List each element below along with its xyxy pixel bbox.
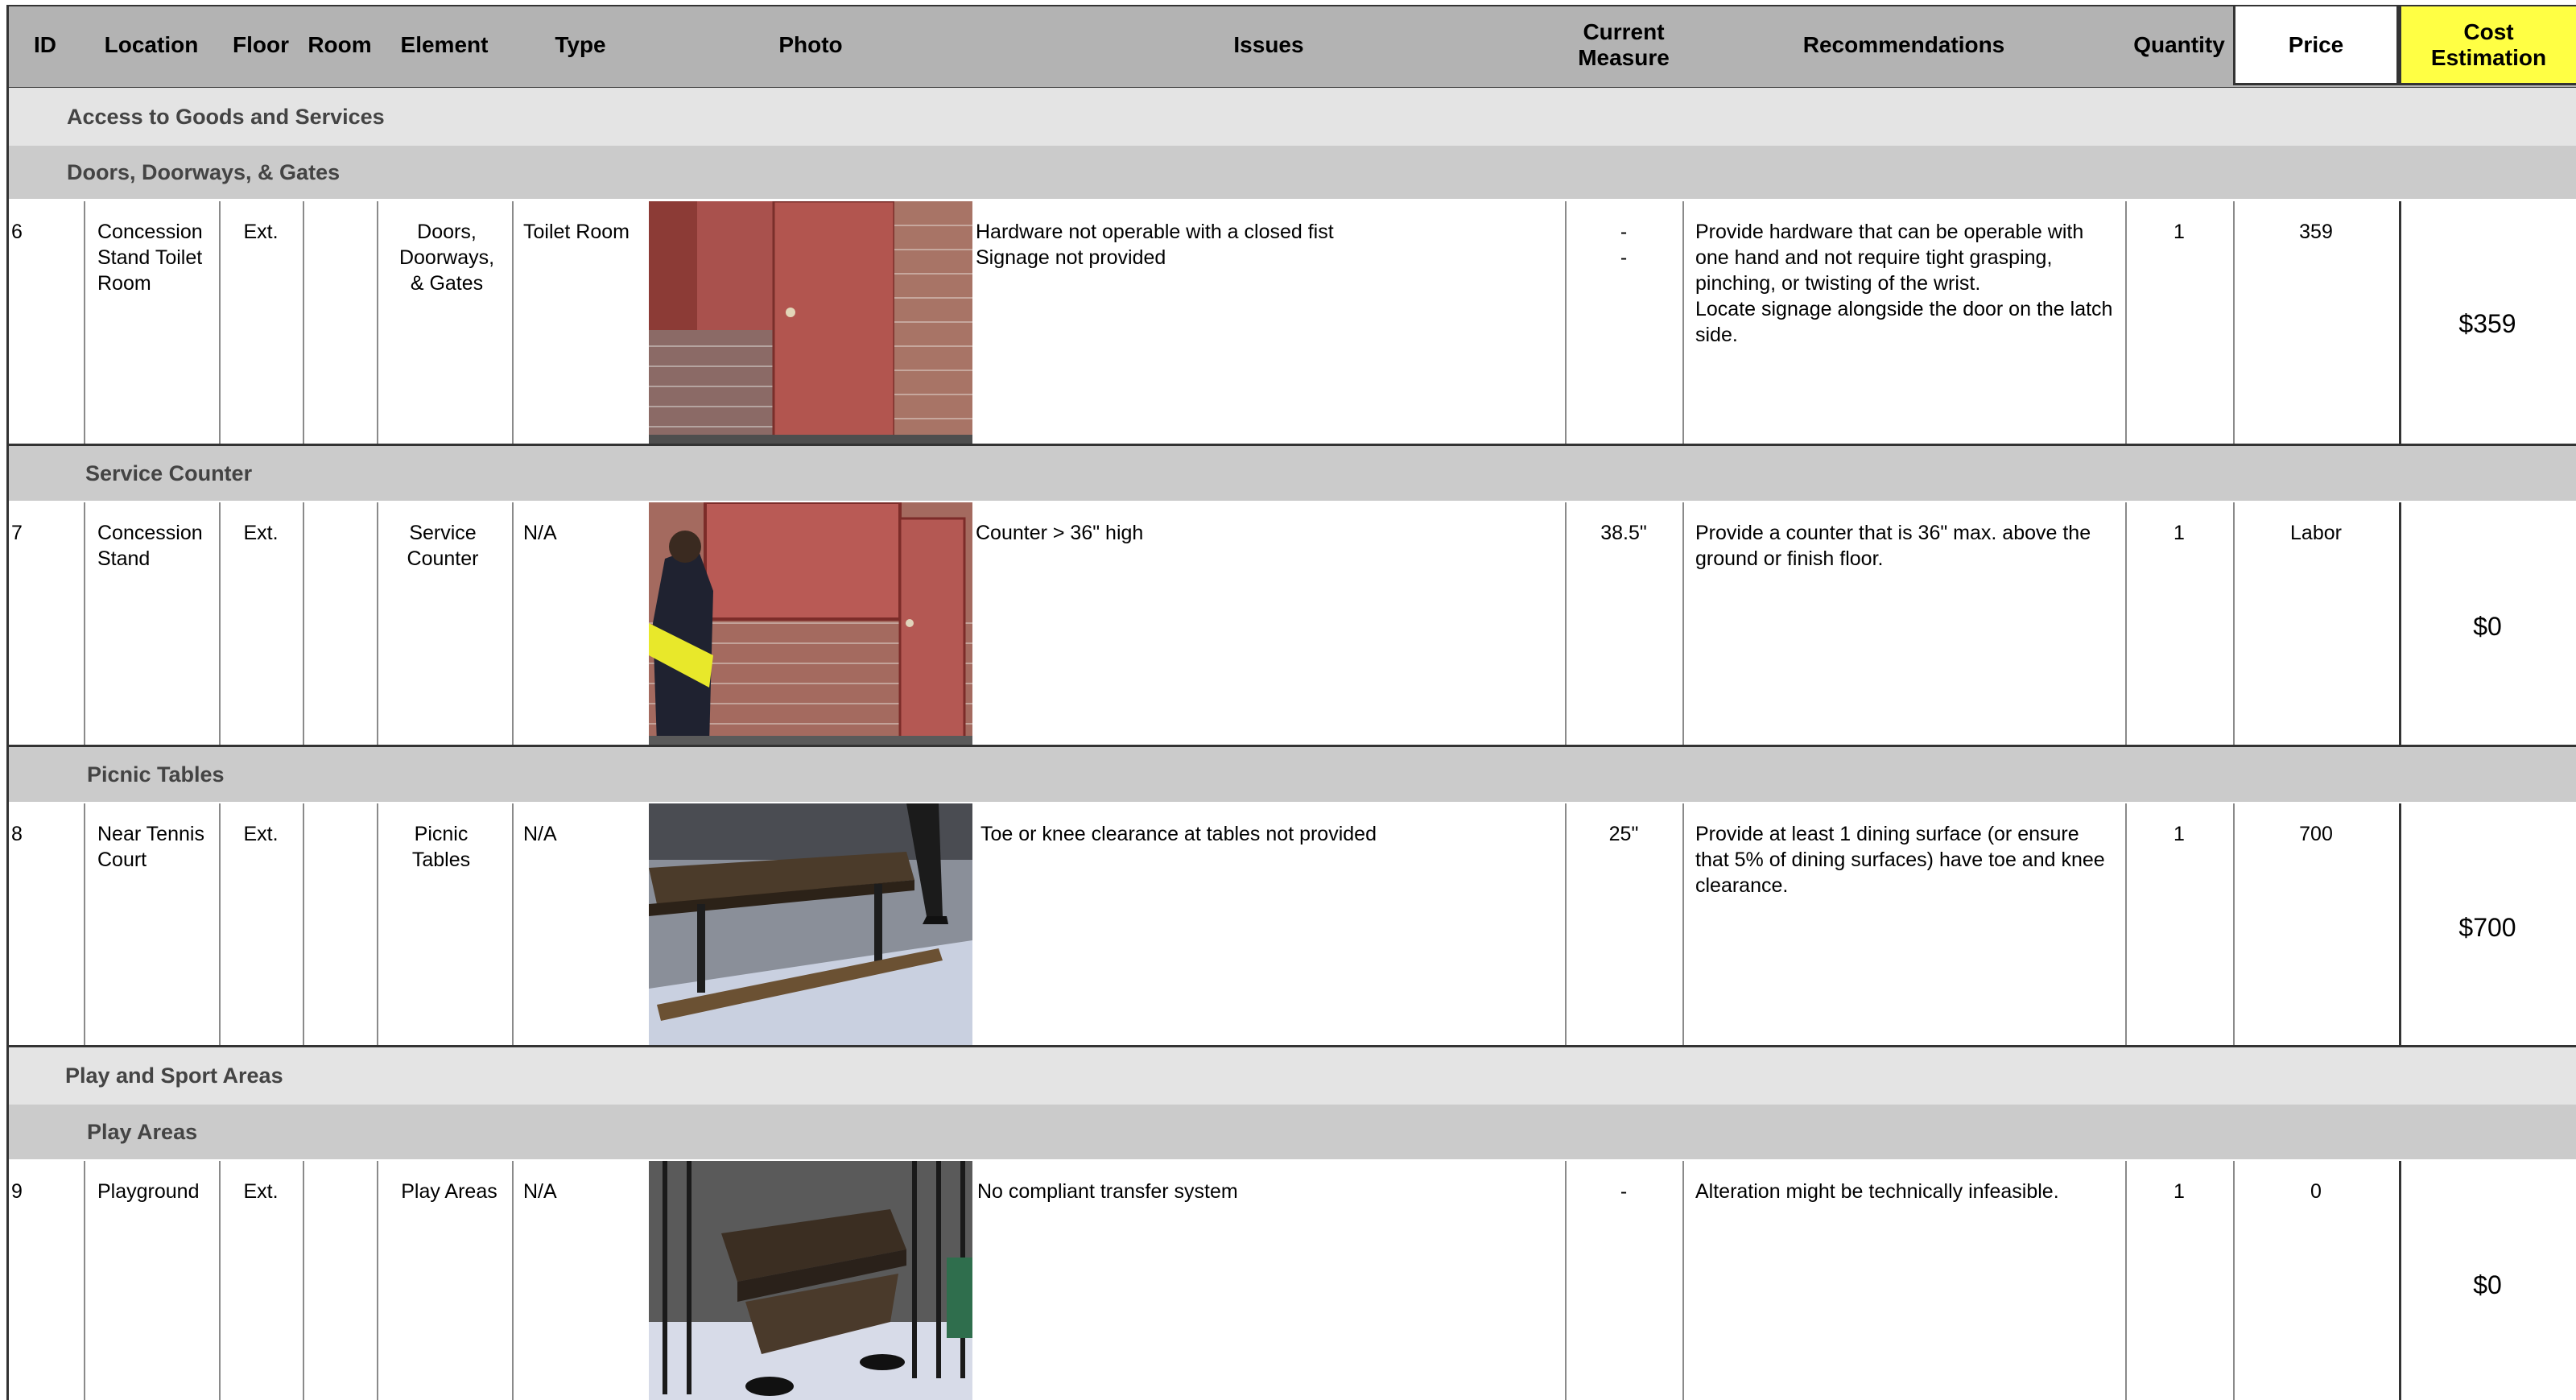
header-floor[interactable]: Floor bbox=[219, 5, 303, 85]
subcategory-title: Play Areas bbox=[87, 1119, 198, 1144]
category-band: Play and Sport Areas bbox=[6, 1047, 2576, 1105]
row-price: Labor bbox=[2290, 522, 2342, 544]
row-location: Near Tennis Court bbox=[97, 823, 204, 871]
subcategory-band: Play Areas bbox=[6, 1105, 2576, 1159]
header-photo[interactable]: Photo bbox=[649, 5, 972, 85]
table-row[interactable]: 6 Concession Stand Toilet Room Ext. Door… bbox=[6, 201, 2576, 444]
subcategory-band: Doors, Doorways, & Gates bbox=[6, 146, 2576, 199]
row-recommendations: Provide hardware that can be operable wi… bbox=[1695, 221, 2113, 346]
header-cost-estimation[interactable]: Cost Estimation bbox=[2399, 5, 2576, 85]
table-row[interactable]: 9 Playground Ext. Play Areas N/A No comp… bbox=[6, 1161, 2576, 1400]
row-id: 7 bbox=[11, 522, 23, 544]
row-location: Playground bbox=[97, 1180, 200, 1203]
row-current-measure: 25" bbox=[1608, 823, 1639, 845]
header-quantity[interactable]: Quantity bbox=[2125, 5, 2233, 85]
playground-photo bbox=[649, 1161, 972, 1400]
row-current-measure: 38.5" bbox=[1600, 522, 1647, 544]
row-id: 8 bbox=[11, 823, 23, 845]
row-quantity: 1 bbox=[2174, 1180, 2185, 1203]
row-element: Play Areas bbox=[401, 1180, 497, 1203]
row-id: 9 bbox=[11, 1180, 23, 1203]
row-type: N/A bbox=[523, 522, 557, 544]
header-recommendations[interactable]: Recommendations bbox=[1682, 5, 2125, 85]
row-type: N/A bbox=[523, 823, 557, 845]
row-cost: $0 bbox=[2473, 1270, 2502, 1299]
row-quantity: 1 bbox=[2174, 522, 2185, 544]
table-row[interactable]: 7 Concession Stand Ext. Service Counter … bbox=[6, 502, 2576, 745]
table-row[interactable]: 8 Near Tennis Court Ext. Picnic Tables N… bbox=[6, 803, 2576, 1045]
row-issues: Hardware not operable with a closed fist… bbox=[976, 221, 1334, 269]
row-floor: Ext. bbox=[243, 221, 279, 243]
header-current-measure[interactable]: Current Measure bbox=[1565, 5, 1682, 85]
row-cost: $700 bbox=[2458, 913, 2516, 942]
row-recommendations: Provide at least 1 dining surface (or en… bbox=[1695, 823, 2105, 897]
header-room[interactable]: Room bbox=[303, 5, 377, 85]
category-title: Play and Sport Areas bbox=[65, 1063, 283, 1088]
door-photo bbox=[649, 201, 972, 444]
category-band: Access to Goods and Services bbox=[6, 88, 2576, 146]
header-location[interactable]: Location bbox=[84, 5, 219, 85]
subcategory-title: Doors, Doorways, & Gates bbox=[67, 159, 341, 184]
row-recommendations: Provide a counter that is 36" max. above… bbox=[1695, 522, 2091, 570]
row-cost: $359 bbox=[2458, 309, 2516, 338]
subcategory-band: Picnic Tables bbox=[6, 747, 2576, 802]
row-current-measure: - - bbox=[1620, 221, 1628, 269]
row-quantity: 1 bbox=[2174, 221, 2185, 243]
header-element[interactable]: Element bbox=[377, 5, 512, 85]
row-id: 6 bbox=[11, 221, 23, 243]
picnic-table-photo bbox=[649, 803, 972, 1045]
row-price: 359 bbox=[2299, 221, 2333, 243]
category-title: Access to Goods and Services bbox=[67, 104, 385, 129]
header-issues[interactable]: Issues bbox=[972, 5, 1565, 85]
row-floor: Ext. bbox=[243, 823, 279, 845]
subcategory-title: Service Counter bbox=[85, 460, 253, 485]
row-floor: Ext. bbox=[243, 522, 279, 544]
row-price: 700 bbox=[2299, 823, 2333, 845]
row-recommendations: Alteration might be technically infeasib… bbox=[1695, 1180, 2059, 1203]
row-element: Service Counter bbox=[407, 522, 479, 570]
row-element: Picnic Tables bbox=[411, 823, 471, 871]
header-type[interactable]: Type bbox=[512, 5, 649, 85]
row-issues: Toe or knee clearance at tables not prov… bbox=[980, 823, 1377, 845]
row-element: Doors, Doorways, & Gates bbox=[398, 221, 495, 295]
row-current-measure: - bbox=[1620, 1180, 1628, 1203]
row-floor: Ext. bbox=[243, 1180, 279, 1203]
row-location: Concession Stand bbox=[97, 522, 203, 570]
subcategory-band: Service Counter bbox=[6, 446, 2576, 501]
sheet-left-border bbox=[6, 5, 9, 1400]
row-type: Toilet Room bbox=[523, 221, 630, 243]
row-issues: Counter > 36" high bbox=[976, 522, 1144, 544]
counter-photo bbox=[649, 502, 972, 745]
header-price[interactable]: Price bbox=[2233, 5, 2399, 85]
subcategory-title: Picnic Tables bbox=[87, 762, 225, 787]
header-id[interactable]: ID bbox=[6, 5, 84, 85]
row-quantity: 1 bbox=[2174, 823, 2185, 845]
row-issues: No compliant transfer system bbox=[977, 1180, 1238, 1203]
row-price: 0 bbox=[2310, 1180, 2322, 1203]
row-location: Concession Stand Toilet Room bbox=[97, 221, 203, 295]
row-cost: $0 bbox=[2473, 612, 2502, 641]
cost-estimate-sheet: ID Location Floor Room Element Type Phot… bbox=[0, 0, 2576, 1400]
row-type: N/A bbox=[523, 1180, 557, 1203]
